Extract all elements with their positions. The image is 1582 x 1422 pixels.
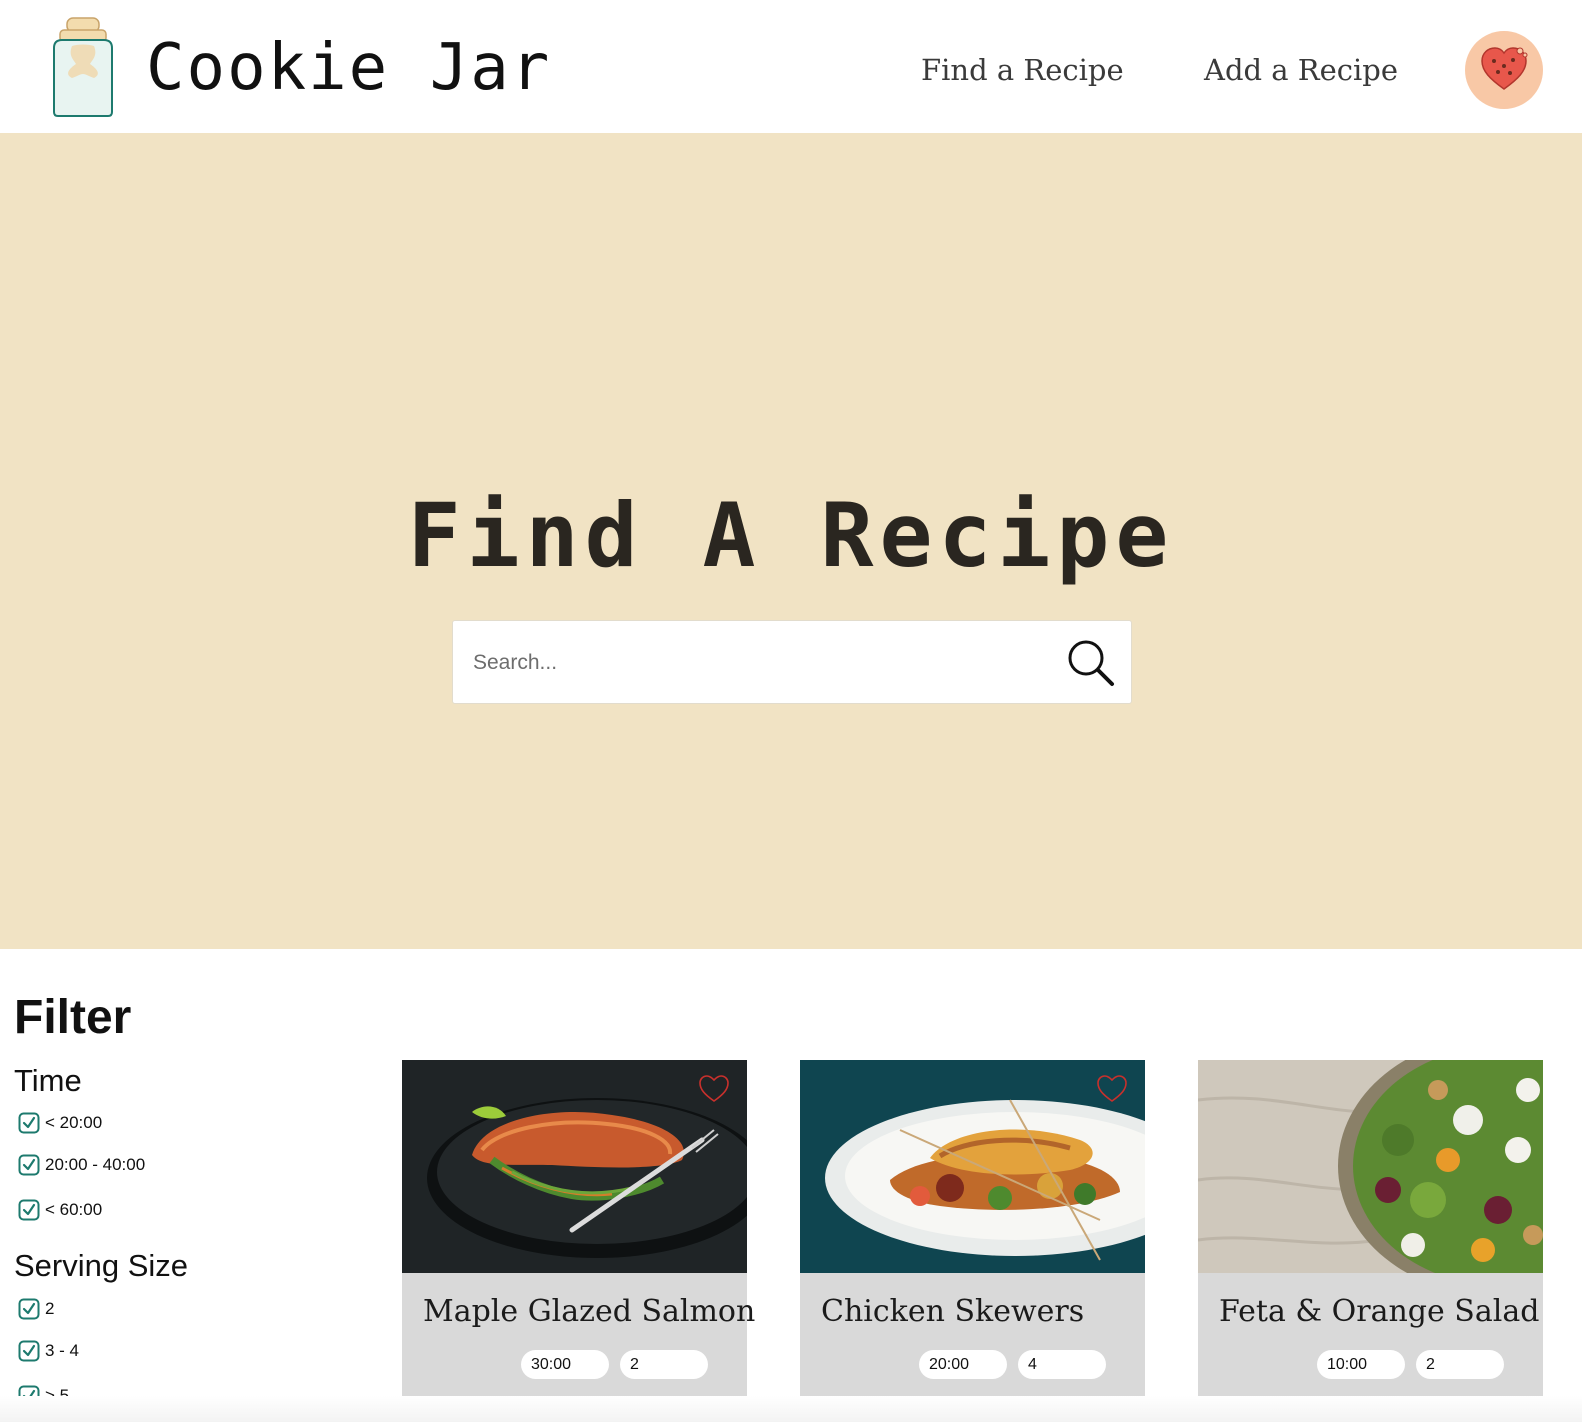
filter-option-time[interactable]: < 60:00 bbox=[18, 1197, 102, 1223]
filter-option-label: 2 bbox=[45, 1299, 55, 1318]
checkbox-checked-icon[interactable] bbox=[18, 1199, 40, 1221]
page-title: Find A Recipe bbox=[407, 484, 1175, 587]
checkbox-checked-icon[interactable] bbox=[18, 1112, 40, 1134]
heart-cookie-icon bbox=[1481, 47, 1528, 90]
recipe-servings-badge: 2 bbox=[620, 1350, 708, 1379]
filter-group-time: Time bbox=[14, 1063, 82, 1098]
nav-find-recipe[interactable]: Find a Recipe bbox=[921, 50, 1124, 90]
filter-option-serving[interactable]: 3 - 4 bbox=[18, 1338, 79, 1364]
filter-option-serving[interactable]: 2 bbox=[18, 1296, 54, 1322]
search-box[interactable] bbox=[452, 620, 1132, 704]
recipe-card[interactable]: Feta & Orange Salad 10:00 2 bbox=[1198, 1060, 1543, 1401]
brand-name[interactable]: Cookie Jar bbox=[146, 28, 551, 108]
filter-option-label: 3 - 4 bbox=[45, 1341, 80, 1360]
filter-option-label: 20:00 - 40:00 bbox=[45, 1155, 146, 1174]
filter-title: Filter bbox=[14, 991, 132, 1044]
recipe-photo[interactable] bbox=[800, 1060, 1145, 1273]
filter-option-label: < 20:00 bbox=[45, 1113, 103, 1132]
filter-option-time[interactable]: < 20:00 bbox=[18, 1110, 102, 1136]
recipe-title[interactable]: Feta & Orange Salad bbox=[1219, 1292, 1539, 1332]
recipe-title[interactable]: Maple Glazed Salmon bbox=[423, 1292, 755, 1332]
nav-add-recipe[interactable]: Add a Recipe bbox=[1204, 50, 1398, 90]
site-header: Cookie Jar Find a Recipe Add a Recipe bbox=[0, 0, 1582, 133]
recipe-time-badge: 20:00 bbox=[919, 1350, 1007, 1379]
favorite-heart-icon[interactable] bbox=[1096, 1074, 1128, 1104]
checkbox-checked-icon[interactable] bbox=[18, 1340, 40, 1362]
cookie-jar-icon[interactable] bbox=[48, 16, 118, 118]
hero-section: Find A Recipe bbox=[0, 133, 1582, 949]
recipe-time-badge: 30:00 bbox=[521, 1350, 609, 1379]
user-avatar[interactable] bbox=[1465, 31, 1543, 109]
checkbox-checked-icon[interactable] bbox=[18, 1154, 40, 1176]
filter-group-serving: Serving Size bbox=[14, 1248, 189, 1283]
page-bottom-edge bbox=[0, 1396, 1582, 1422]
recipe-card[interactable]: Maple Glazed Salmon 30:00 2 bbox=[402, 1060, 755, 1401]
checkbox-checked-icon[interactable] bbox=[18, 1298, 40, 1320]
filter-option-time[interactable]: 20:00 - 40:00 bbox=[18, 1152, 145, 1178]
recipe-servings-badge: 4 bbox=[1018, 1350, 1106, 1379]
recipe-card[interactable]: Chicken Skewers 20:00 4 bbox=[800, 1060, 1145, 1401]
recipe-title[interactable]: Chicken Skewers bbox=[821, 1292, 1084, 1332]
recipe-servings-badge: 2 bbox=[1416, 1350, 1504, 1379]
magnifier-icon[interactable] bbox=[1066, 638, 1116, 688]
favorite-heart-icon[interactable] bbox=[698, 1074, 730, 1104]
recipe-photo[interactable] bbox=[402, 1060, 747, 1273]
recipe-time-badge: 10:00 bbox=[1317, 1350, 1405, 1379]
recipe-photo[interactable] bbox=[1198, 1060, 1543, 1273]
filter-option-label: < 60:00 bbox=[45, 1200, 103, 1219]
search-input[interactable] bbox=[473, 643, 1033, 683]
